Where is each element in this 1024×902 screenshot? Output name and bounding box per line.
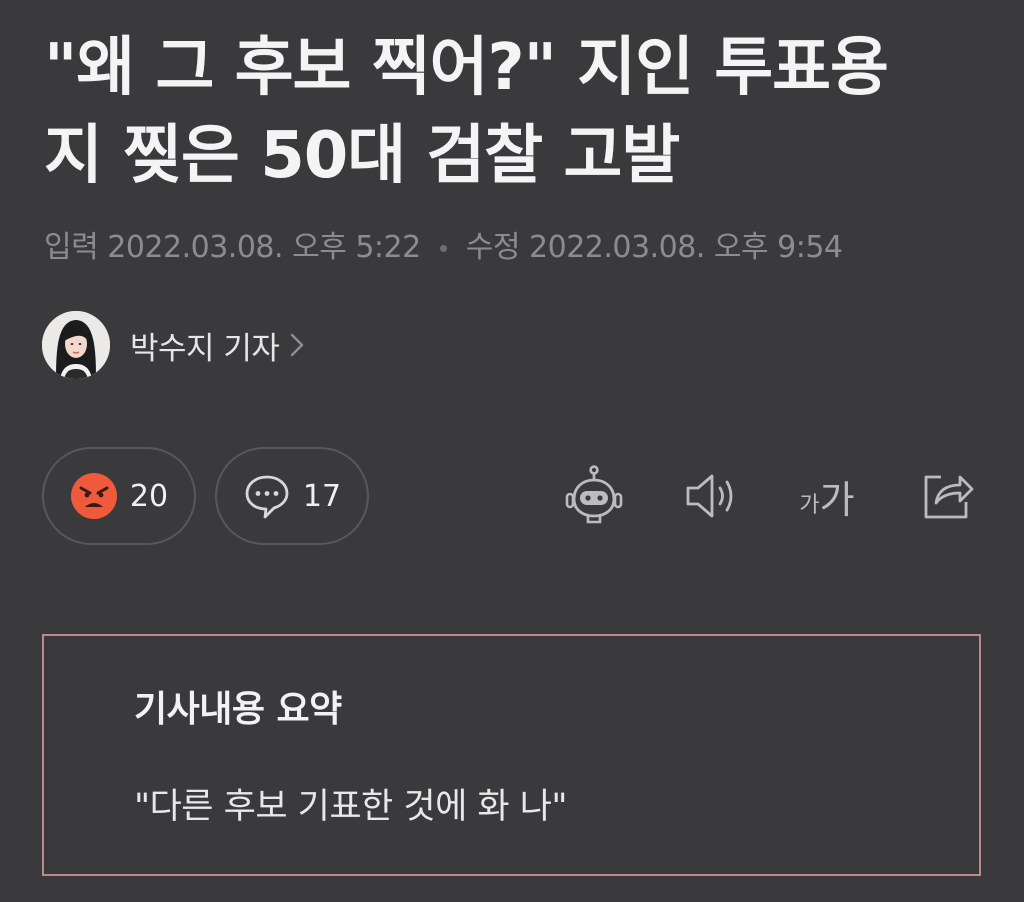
- angry-face-icon: [70, 472, 118, 520]
- article-page: "왜 그 후보 찍어?" 지인 투표용 지 찢은 50대 검찰 고발 입력 20…: [0, 0, 1024, 902]
- author-avatar: [42, 311, 110, 379]
- author-link[interactable]: 박수지 기자: [42, 310, 305, 380]
- reaction-count: 20: [129, 478, 169, 514]
- summary-title: 기사내용 요약: [134, 689, 342, 730]
- speaker-icon: [686, 474, 733, 518]
- robot-icon: [565, 465, 623, 524]
- input-label: 입력: [44, 230, 99, 265]
- summary-text: "다른 후보 기표한 것에 화 나": [134, 787, 568, 827]
- font-size-button[interactable]: 가 가: [792, 460, 862, 532]
- reaction-button[interactable]: 20: [42, 447, 196, 545]
- text-to-speech-button[interactable]: [680, 460, 742, 532]
- article-summary-box: 기사내용 요약 "다른 후보 기표한 것에 화 나": [42, 634, 981, 876]
- article-headline: "왜 그 후보 찍어?" 지인 투표용 지 찢은 50대 검찰 고발: [44, 24, 994, 200]
- chevron-right-icon: [289, 332, 305, 358]
- article-timestamps: 입력 2022.03.08. 오후 5:22 수정 2022.03.08. 오후…: [44, 226, 843, 270]
- edit-label: 수정: [465, 230, 521, 265]
- edit-time: 2022.03.08. 오후 9:54: [529, 230, 843, 265]
- font-size-large-glyph: 가: [819, 477, 855, 522]
- comment-button[interactable]: 17: [215, 447, 369, 545]
- author-name: 박수지 기자: [130, 330, 280, 367]
- share-button[interactable]: [916, 460, 978, 532]
- input-time: 2022.03.08. 오후 5:22: [107, 230, 421, 265]
- comment-count: 17: [302, 478, 342, 514]
- ai-summary-bot-button[interactable]: [558, 460, 630, 532]
- share-icon: [924, 475, 974, 519]
- comment-bubble-icon: [243, 472, 291, 520]
- headline-line-2: 지 찢은 50대 검찰 고발: [44, 119, 680, 193]
- meta-separator-dot: [439, 245, 447, 252]
- font-size-small-glyph: 가: [799, 493, 820, 518]
- headline-line-1: "왜 그 후보 찍어?" 지인 투표용: [44, 31, 889, 105]
